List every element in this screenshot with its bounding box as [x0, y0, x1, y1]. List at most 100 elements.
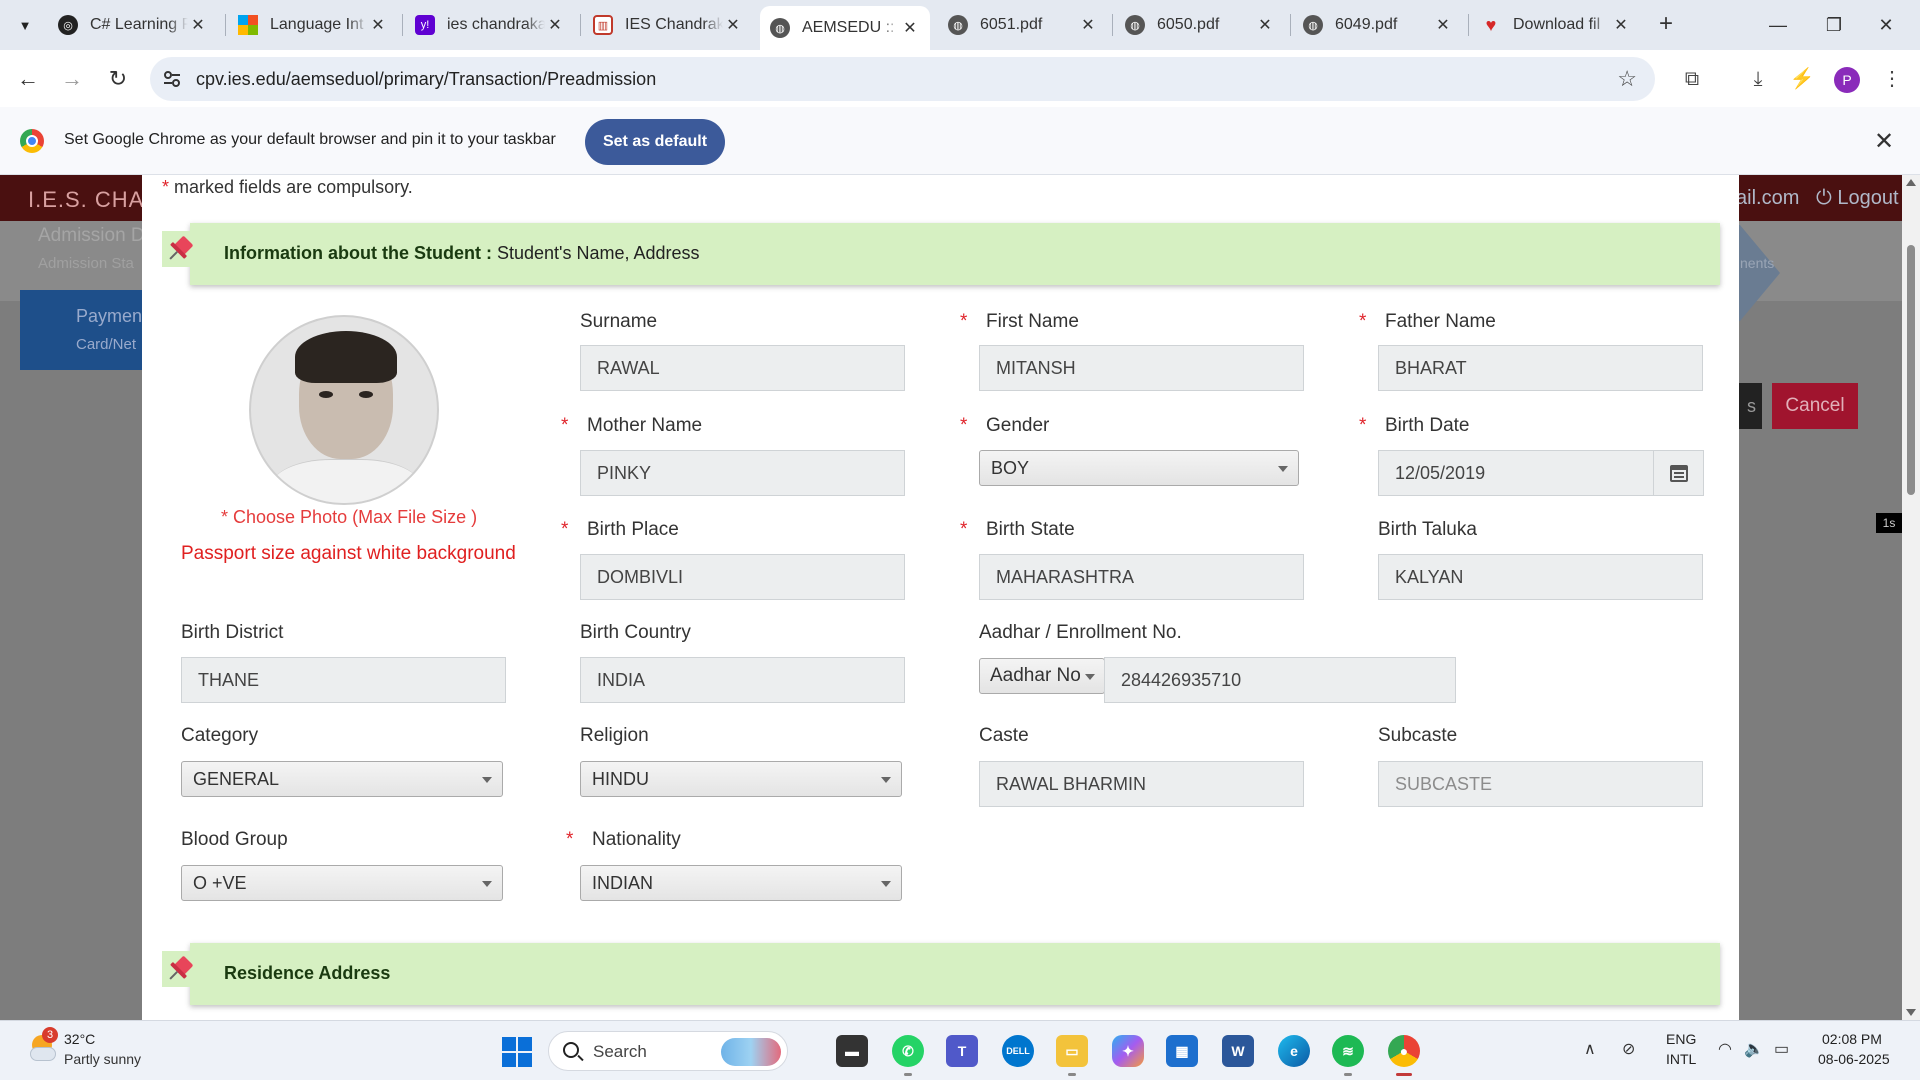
restore-icon[interactable]: ❐	[1814, 8, 1854, 42]
aadhar-number-field[interactable]: 284426935710	[1104, 657, 1456, 703]
subcaste-field[interactable]: SUBCASTE	[1378, 761, 1703, 807]
tab-search-button[interactable]: ▼	[12, 12, 38, 38]
tab-7[interactable]: ◍ 6049.pdf ✕	[1293, 7, 1463, 43]
language-indicator[interactable]: ENG	[1666, 1031, 1696, 1047]
microsoft-store-icon[interactable]: ▦	[1166, 1035, 1198, 1067]
close-window-icon[interactable]: ✕	[1866, 8, 1906, 42]
scroll-thumb[interactable]	[1907, 245, 1915, 495]
nationality-select[interactable]: INDIAN	[580, 865, 902, 901]
close-icon[interactable]: ✕	[368, 15, 388, 35]
tab-8[interactable]: ♥ Download fil ✕	[1471, 7, 1641, 43]
clock-date[interactable]: 08-06-2025	[1818, 1051, 1890, 1067]
category-select[interactable]: GENERAL	[181, 761, 503, 797]
gender-select[interactable]: BOY	[979, 450, 1299, 486]
mother-name-field[interactable]: PINKY	[580, 450, 905, 496]
page-scrollbar[interactable]	[1902, 175, 1920, 1020]
close-icon[interactable]: ✕	[188, 15, 208, 35]
close-icon[interactable]: ✕	[1255, 15, 1275, 35]
back-icon[interactable]: ←	[12, 63, 44, 95]
url-text[interactable]: cpv.ies.edu/aemseduol/primary/Transactio…	[196, 69, 656, 90]
logout-link[interactable]: ⏻ Logout	[1816, 187, 1899, 210]
birth-place-field[interactable]: DOMBIVLI	[580, 554, 905, 600]
app-running-indicator	[1068, 1073, 1076, 1076]
keyboard-layout[interactable]: INTL	[1666, 1051, 1696, 1067]
address-bar[interactable]: cpv.ies.edu/aemseduol/primary/Transactio…	[150, 57, 1655, 101]
new-tab-button[interactable]: +	[1652, 11, 1680, 39]
birth-taluka-field[interactable]: KALYAN	[1378, 554, 1703, 600]
tab-3[interactable]: ▥ IES Chandrak ✕	[583, 7, 753, 43]
edge-icon[interactable]: e	[1278, 1035, 1310, 1067]
required-mark: *	[561, 519, 569, 540]
close-icon[interactable]: ✕	[723, 15, 743, 35]
windows-start-icon[interactable]	[502, 1037, 532, 1067]
weather-description[interactable]: Partly sunny	[64, 1051, 141, 1067]
close-icon[interactable]: ✕	[1078, 15, 1098, 35]
battery-icon[interactable]: ▭	[1774, 1039, 1789, 1059]
birth-state-field[interactable]: MAHARASHTRA	[979, 554, 1304, 600]
birth-district-field[interactable]: THANE	[181, 657, 506, 703]
tab-5[interactable]: ◍ 6051.pdf ✕	[938, 7, 1108, 43]
chrome-icon[interactable]: ●	[1388, 1035, 1420, 1067]
volume-icon[interactable]: 🔈	[1744, 1039, 1764, 1059]
close-icon[interactable]: ✕	[545, 15, 565, 35]
scroll-up-icon[interactable]	[1906, 179, 1916, 186]
close-icon[interactable]: ✕	[900, 18, 920, 38]
calendar-icon	[1670, 465, 1688, 482]
performance-icon[interactable]: ⚡	[1788, 65, 1816, 93]
forward-icon[interactable]: →	[56, 63, 88, 95]
whatsapp-icon[interactable]: ✆	[892, 1035, 924, 1067]
download-icon[interactable]: ⤓	[1744, 65, 1772, 93]
reload-icon[interactable]: ↻	[102, 63, 134, 95]
student-photo[interactable]	[249, 315, 439, 505]
tab-1[interactable]: Language Int ✕	[228, 7, 398, 43]
browser-toolbar: ← → ↻ cpv.ies.edu/aemseduol/primary/Tran…	[0, 50, 1920, 107]
tab-2[interactable]: y! ies chandraka ✕	[405, 7, 575, 43]
required-mark: *	[1359, 415, 1367, 436]
tab-title: Download fil	[1513, 16, 1601, 33]
clock-time[interactable]: 02:08 PM	[1822, 1031, 1882, 1047]
task-view-icon[interactable]: ▬	[836, 1035, 868, 1067]
blood-group-select[interactable]: O +VE	[181, 865, 503, 901]
spotify-icon[interactable]: ≋	[1332, 1035, 1364, 1067]
profile-avatar[interactable]: P	[1834, 67, 1860, 93]
taskbar-search[interactable]: Search	[548, 1031, 788, 1071]
close-icon[interactable]: ✕	[1611, 15, 1631, 35]
father-name-field[interactable]: BHARAT	[1378, 345, 1703, 391]
file-explorer-icon[interactable]: ▭	[1056, 1035, 1088, 1067]
tab-4-active[interactable]: ◍ AEMSEDU :: P ✕	[760, 6, 930, 50]
weather-temperature[interactable]: 32°C	[64, 1031, 95, 1047]
surname-field[interactable]: RAWAL	[580, 345, 905, 391]
weather-icon[interactable]: 3	[28, 1027, 58, 1063]
tab-0[interactable]: ◎ C# Learning P ✕	[48, 7, 218, 43]
choose-photo-link[interactable]: * Choose Photo (Max File Size )	[221, 507, 477, 528]
network-off-icon[interactable]: ⊘	[1622, 1039, 1635, 1059]
show-hidden-icons-icon[interactable]: ∧	[1584, 1039, 1596, 1059]
word-icon[interactable]: W	[1222, 1035, 1254, 1067]
birth-date-field[interactable]: 12/05/2019	[1378, 450, 1654, 496]
cancel-button[interactable]: Cancel	[1772, 383, 1858, 429]
aadhar-type-select[interactable]: Aadhar No	[979, 658, 1105, 694]
extensions-icon[interactable]: ⧉	[1678, 65, 1706, 93]
close-icon[interactable]: ✕	[1433, 15, 1453, 35]
calendar-button[interactable]	[1654, 450, 1704, 496]
caste-field[interactable]: RAWAL BHARMIN	[979, 761, 1304, 807]
first-name-field[interactable]: MITANSH	[979, 345, 1304, 391]
minimize-icon[interactable]: —	[1758, 8, 1798, 42]
religion-select[interactable]: HINDU	[580, 761, 902, 797]
wifi-icon[interactable]: ◠	[1718, 1039, 1732, 1059]
tab-title: 6051.pdf	[980, 16, 1043, 33]
teams-icon[interactable]: T	[946, 1035, 978, 1067]
menu-icon[interactable]: ⋮	[1878, 65, 1906, 93]
bookmark-star-icon[interactable]: ☆	[1617, 66, 1637, 92]
close-infobar-icon[interactable]: ✕	[1874, 127, 1894, 156]
birth-country-field[interactable]: INDIA	[580, 657, 905, 703]
set-as-default-button[interactable]: Set as default	[585, 119, 725, 165]
scroll-down-icon[interactable]	[1906, 1009, 1916, 1016]
tab-6[interactable]: ◍ 6050.pdf ✕	[1115, 7, 1285, 43]
site-settings-icon[interactable]	[162, 69, 182, 89]
dell-icon[interactable]: DELL	[1002, 1035, 1034, 1067]
blood-group-label: Blood Group	[181, 829, 288, 851]
copilot-icon[interactable]: ✦	[1112, 1035, 1144, 1067]
residence-section-header: Residence Address	[190, 943, 1720, 1005]
nationality-label-text: Nationality	[592, 829, 681, 850]
